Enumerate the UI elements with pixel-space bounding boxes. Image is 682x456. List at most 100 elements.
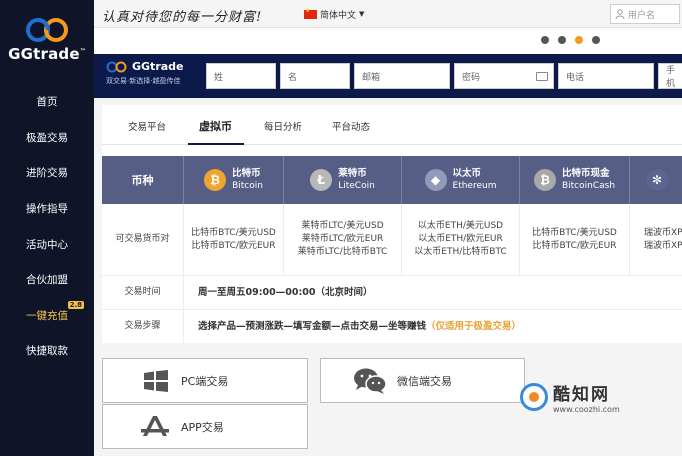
first-name-input[interactable]: 名 [280,63,350,89]
pair-text: 比特币BTC/美元USD [191,227,276,238]
carousel-dot[interactable] [558,36,566,44]
coin-bitcoin: ₿ 比特币 Bitcoin [184,156,284,204]
username-input[interactable]: 用户名 [610,4,680,24]
top-bar: 认真对待您的每一分财富! 简体中文 ▼ 用户名 [94,0,682,28]
litecoin-icon: Ł [310,169,333,191]
input-placeholder: 电话 [566,72,585,83]
wechat-trade-button[interactable]: 微信端交易 [320,358,525,403]
sidebar-nav: 首页 极盈交易 进阶交易 操作指导 活动中心 合伙加盟 一键充值 2.8 快捷取… [0,84,94,369]
password-input[interactable]: 密码 [454,63,554,89]
bitcoin-icon: ₿ [204,169,227,191]
steps-label: 交易步骤 [102,310,184,343]
app-store-icon [141,415,169,436]
sidebar-item-partner[interactable]: 合伙加盟 [0,262,94,298]
pair-text: 以太币ETH/美元USD [417,221,504,231]
pairs-cell-bitcoin: 比特币BTC/美元USD 比特币BTC/欧元EUR [184,204,284,275]
carousel-dot[interactable] [541,36,549,44]
registration-logo-text: GGtrade [132,60,184,73]
email-input[interactable]: 邮箱 [354,63,450,89]
sidebar-item-home[interactable]: 首页 [0,84,94,120]
pair-text: 比特币BTC/美元USD [532,227,617,238]
phone-input[interactable]: 电话 [558,63,654,89]
keyboard-icon[interactable] [536,72,548,81]
pair-text: 莱特币LTC/欧元EUR [301,234,384,244]
coin-ripple: ✻ [630,156,682,204]
coin-en-name: BitcoinCash [561,181,616,191]
pc-trade-label: PC端交易 [181,374,229,388]
pairs-cell-bitcoin-cash: 比特币BTC/美元USD 比特币BTC/欧元EUR [520,204,630,275]
steps-value: 选择产品—预测涨跌—填写金额—点击交易—坐等赚钱（仅适用于极盈交易） [184,320,521,333]
tab-virtual-currency[interactable]: 虚拟币 [199,118,232,134]
sidebar-item-label: 首页 [36,96,58,109]
carousel-dot[interactable] [592,36,600,44]
app-trade-label: APP交易 [181,420,224,434]
watermark: 酷知网 www.coozhi.com [520,380,620,414]
input-placeholder: 姓 [214,72,224,83]
coozhi-logo-icon [520,383,548,411]
caret-down-icon: ▼ [359,10,365,18]
wechat-icon [354,368,387,394]
banner [94,28,682,54]
sidebar-item-label: 一键充值 [26,309,68,322]
coin-cn-name: 比特币现金 [561,168,610,179]
ethereum-icon: ◆ [424,169,447,191]
sidebar-item-label: 进阶交易 [26,167,68,180]
sidebar-item-label: 合伙加盟 [26,274,68,287]
pair-text: 瑞波币XP [644,240,682,251]
sidebar-item-withdraw[interactable]: 快捷取款 [0,333,94,369]
app-trade-button[interactable]: APP交易 [102,404,308,449]
info-card: 交易平台 虚拟币 每日分析 平台动态 币种 ₿ 比特币 Bitcoin Ł 莱特币… [102,105,682,343]
coin-litecoin: Ł 莱特币 LiteCoin [284,156,402,204]
tab-platform-news[interactable]: 平台动态 [332,119,370,133]
brand-logo[interactable]: GGtrade™ [0,0,94,80]
sidebar-item-guide[interactable]: 操作指导 [0,191,94,227]
tab-bar: 交易平台 虚拟币 每日分析 平台动态 [102,105,682,145]
steps-text: 选择产品—预测涨跌—填写金额—点击交易—坐等赚钱 [198,321,427,332]
sidebar-item-label: 活动中心 [26,238,68,251]
coin-en-name: LiteCoin [338,181,375,191]
carousel-dot-active[interactable] [575,36,583,44]
coin-bitcoin-cash: ₿ 比特币现金 BitcoinCash [520,156,630,204]
time-value-cell: 周一至周五09:00—00:00（北京时间） [184,276,682,309]
registration-logo: GGtrade 双交易·新选择·越盈传佳 [106,60,184,86]
time-value: 周一至周五09:00—00:00（北京时间） [198,287,373,298]
windows-icon [144,369,168,392]
brand-name: GGtrade™ [8,45,86,63]
pair-text: 莱特币LTC/美元USD [301,221,384,231]
coin-en-name: Bitcoin [232,181,263,191]
bitcoin-cash-icon: ₿ [533,169,556,191]
language-selector[interactable]: 简体中文 ▼ [304,6,364,22]
input-placeholder: 邮箱 [362,72,381,83]
coin-table-header: 币种 ₿ 比特币 Bitcoin Ł 莱特币 LiteCoin ◆ 以太币 Ether… [102,156,682,204]
language-label: 简体中文 [320,10,357,21]
tab-trading-platform[interactable]: 交易平台 [128,119,166,133]
sidebar-item-recharge[interactable]: 一键充值 2.8 [0,298,94,334]
ripple-icon: ✻ [646,169,668,191]
sidebar-item-label: 极盈交易 [26,131,68,144]
coin-cn-name: 比特币 [232,168,261,179]
coin-en-name: Ethereum [452,181,497,191]
active-tab-indicator [188,143,244,145]
slogan: 认真对待您的每一分财富! [102,10,263,25]
sidebar-item-jiying-trade[interactable]: 极盈交易 [0,120,94,156]
logo-mark-icon [26,18,68,42]
table-row-pairs: 可交易货币对 比特币BTC/美元USD 比特币BTC/欧元EUR 莱特币LTC/… [102,204,682,276]
coin-ethereum: ◆ 以太币 Ethereum [402,156,520,204]
username-placeholder: 用户名 [628,10,656,21]
time-label: 交易时间 [102,276,184,309]
pair-text: 比特币BTC/欧元EUR [532,240,617,251]
carousel-dots [541,36,600,44]
pair-text: 以太币ETH/欧元EUR [418,234,503,244]
pair-text: 莱特币LTC/比特币BTC [297,247,388,257]
last-name-input[interactable]: 姓 [206,63,276,89]
sidebar-item-events[interactable]: 活动中心 [0,226,94,262]
tab-daily-analysis[interactable]: 每日分析 [264,119,302,133]
pairs-cell-ripple: 瑞波币XP 瑞波币XP [630,204,682,275]
coin-cn-name: 以太币 [452,168,482,179]
pair-text: 瑞波币XP [644,227,682,238]
pairs-cell-ethereum: 以太币ETH/美元USD 以太币ETH/欧元EUR 以太币ETH/比特币BTC [402,204,520,275]
sidebar-item-advanced-trade[interactable]: 进阶交易 [0,155,94,191]
mobile-input[interactable]: 手机 [658,63,682,89]
input-placeholder: 密码 [462,72,481,83]
pc-trade-button[interactable]: PC端交易 [102,358,308,403]
